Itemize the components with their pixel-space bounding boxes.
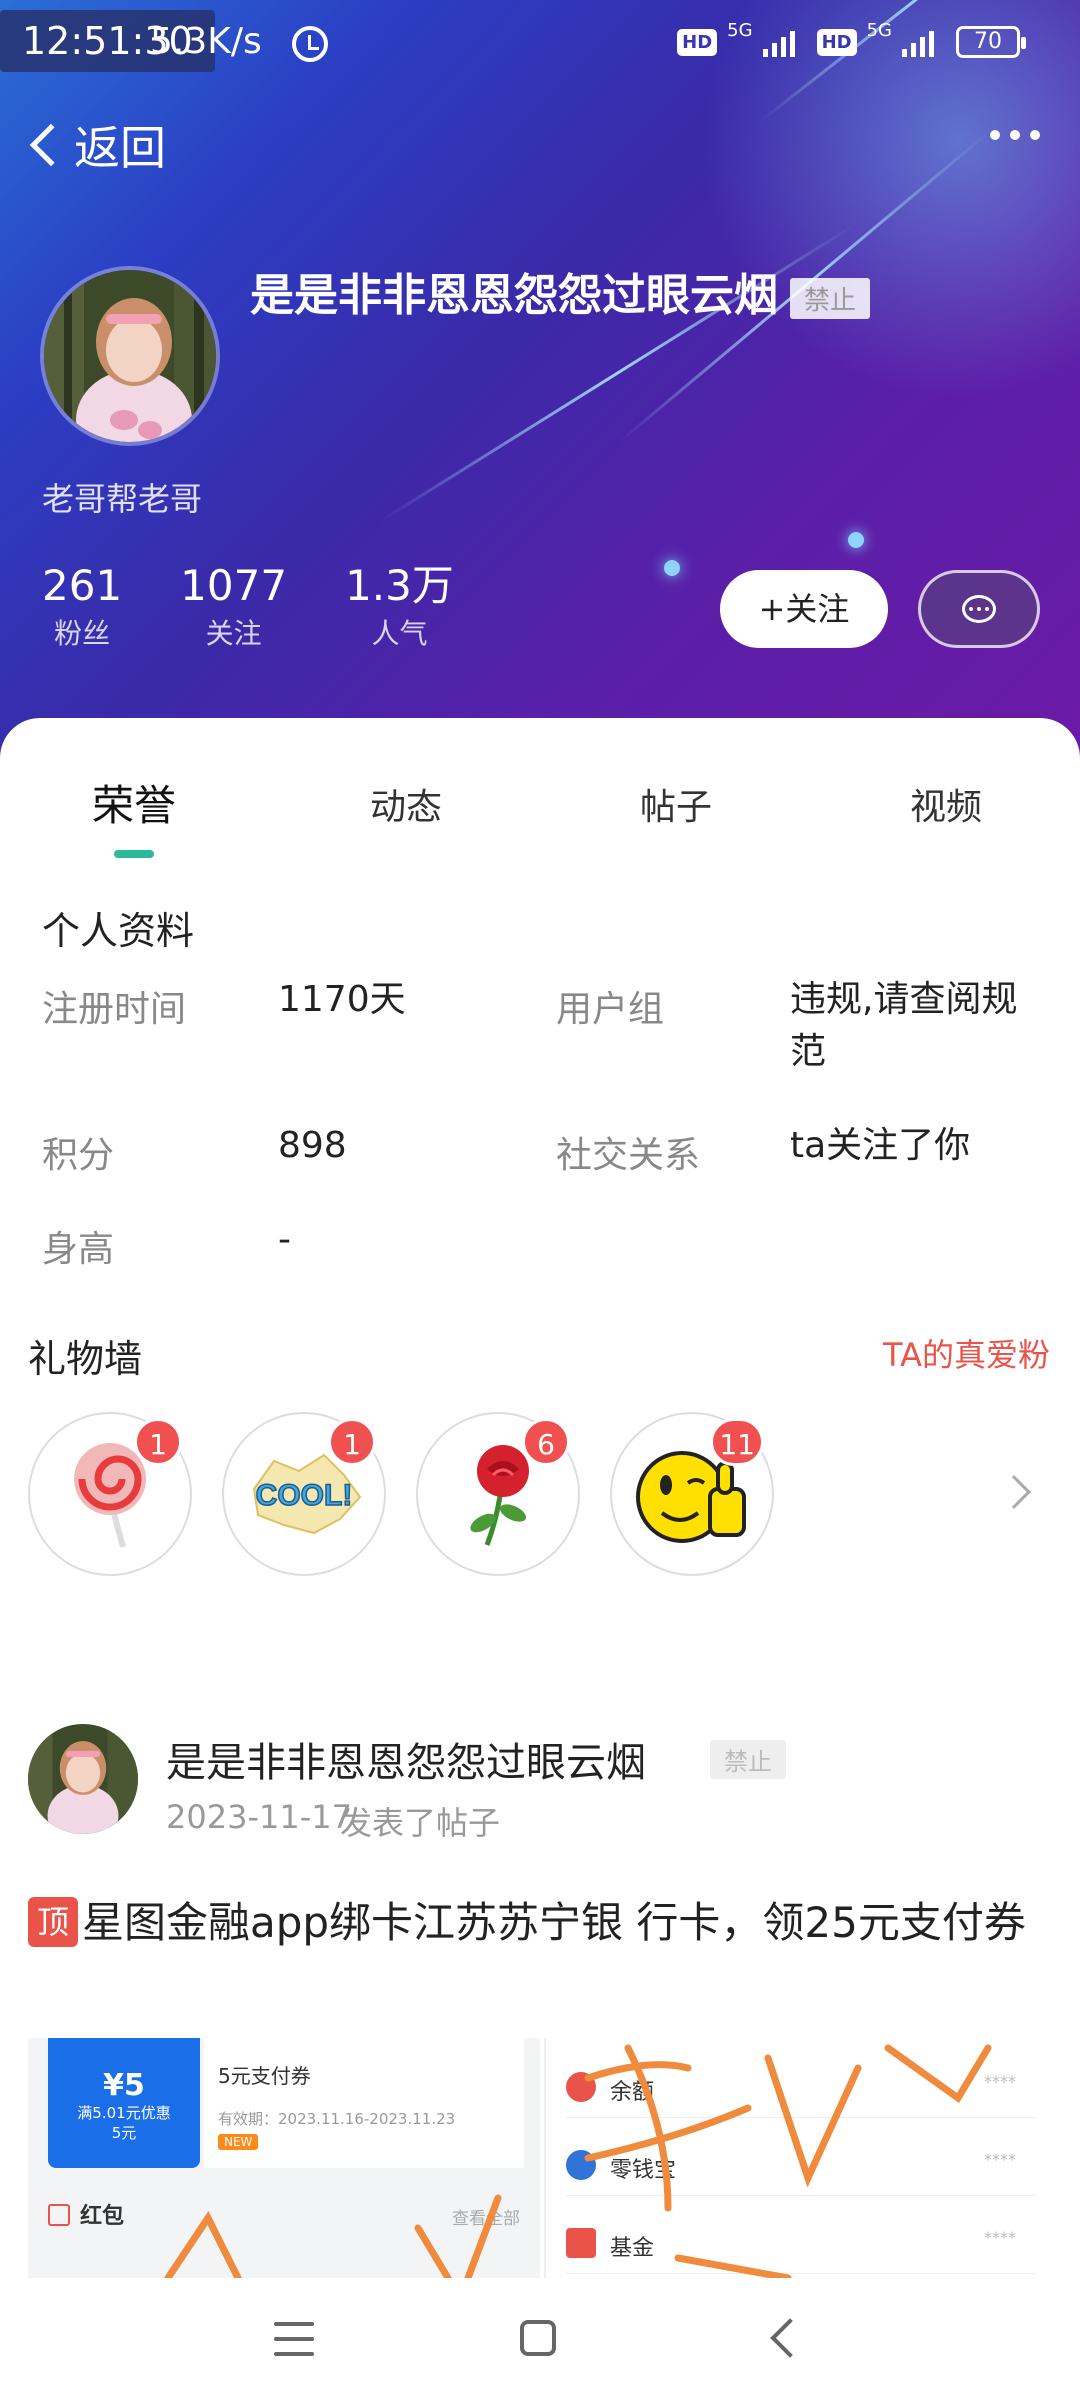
menu-icon[interactable] <box>274 2322 314 2356</box>
info-label: 用户组 <box>556 989 665 1030</box>
profile-name: 是是非非恩恩怨怨过眼云烟 <box>250 270 778 321</box>
chat-icon <box>962 595 996 623</box>
avatar[interactable] <box>40 266 220 446</box>
home-icon[interactable] <box>520 2320 556 2356</box>
stat-value: 1.3万 <box>345 561 454 610</box>
info-label: 积分 <box>42 1135 115 1176</box>
back-button[interactable]: 返回 <box>26 112 166 178</box>
gift-count-badge: 11 <box>710 1418 764 1466</box>
message-button[interactable] <box>918 570 1040 648</box>
gift-wall-title: 礼物墙 <box>28 1337 143 1381</box>
stat-label: 关注 <box>205 617 262 650</box>
more-dot <box>1010 130 1020 140</box>
alarm-icon <box>292 26 328 62</box>
status-icons: HD 5G HD 5G 70 <box>677 20 1026 58</box>
gift-item[interactable]: 11 <box>610 1412 774 1576</box>
stat-fans[interactable]: 261 粉丝 <box>42 560 122 652</box>
profile-content: 荣誉 动态 帖子 视频 个人资料 注册时间 1170天 用户组 违规,请查阅规范… <box>0 718 1080 2278</box>
gift-count-badge: 1 <box>134 1418 182 1466</box>
info-label: 社交关系 <box>556 1135 701 1176</box>
post-avatar[interactable] <box>28 1724 138 1834</box>
ban-badge: 禁止 <box>790 278 871 319</box>
tab-posts[interactable]: 帖子 <box>576 778 776 830</box>
signal-icon <box>762 27 795 57</box>
more-options-button[interactable] <box>990 130 1040 140</box>
info-value: 1170天 <box>278 979 406 1020</box>
tab-indicator <box>114 850 154 858</box>
info-value: 违规,请查阅规范 <box>790 979 1018 1072</box>
system-nav-bar <box>0 2278 1080 2400</box>
header-glow <box>700 0 1080 400</box>
post-title-text: 星图金融app绑卡江苏苏宁银 行卡，领25元支付券 <box>82 1898 1026 1947</box>
scribble-overlay <box>164 2044 992 2278</box>
stat-label: 人气 <box>371 617 428 650</box>
stat-following[interactable]: 1077 关注 <box>180 560 287 652</box>
profile-signature: 老哥帮老哥 <box>42 480 203 518</box>
header-dot <box>664 560 680 576</box>
stat-popularity: 1.3万 人气 <box>345 560 454 652</box>
info-value: - <box>278 1219 291 1260</box>
gift-item[interactable]: 6 <box>416 1412 580 1576</box>
header-dot <box>848 532 864 548</box>
status-speed: 5.3K/s <box>150 21 262 62</box>
info-value: ta关注了你 <box>790 1125 971 1166</box>
tab-honor[interactable]: 荣誉 <box>34 772 234 833</box>
network-label: 5G <box>866 19 892 41</box>
ban-badge: 禁止 <box>710 1740 786 1779</box>
info-label: 身高 <box>42 1229 115 1270</box>
avatar-image <box>28 1724 138 1834</box>
info-value: 898 <box>278 1125 347 1166</box>
hd-icon: HD <box>677 28 718 56</box>
gift-item[interactable]: COOL! 1 <box>222 1412 386 1576</box>
avatar-image <box>44 270 216 442</box>
stat-label: 粉丝 <box>54 617 111 650</box>
svg-text:COOL!: COOL! <box>256 1479 353 1512</box>
gift-count-badge: 6 <box>522 1418 570 1466</box>
profile-stats: 261 粉丝 1077 关注 1.3万 人气 <box>42 560 454 652</box>
back-icon[interactable] <box>770 2318 810 2358</box>
chevron-left-icon <box>29 123 73 167</box>
follow-button[interactable]: +关注 <box>720 570 888 648</box>
hd-icon: HD <box>816 28 857 56</box>
profile-header: 12:51:30 5.3K/s HD 5G HD 5G 70 返回 是是非非恩恩… <box>0 0 1080 760</box>
back-label: 返回 <box>74 121 166 175</box>
tab-bar: 荣誉 动态 帖子 视频 <box>0 778 1080 858</box>
post-title[interactable]: 顶星图金融app绑卡江苏苏宁银 行卡，领25元支付券 <box>28 1892 1058 1954</box>
post-date: 2023-11-17 <box>166 1798 352 1836</box>
tab-videos[interactable]: 视频 <box>846 778 1046 830</box>
gift-item[interactable]: 1 <box>28 1412 192 1576</box>
chevron-right-icon[interactable] <box>997 1475 1031 1509</box>
more-dot <box>1030 130 1040 140</box>
battery-icon: 70 <box>956 26 1026 58</box>
info-label: 注册时间 <box>42 989 187 1030</box>
tab-activity[interactable]: 动态 <box>306 778 506 830</box>
post-image[interactable]: ¥5 满5.01元优惠 5元 5元支付券 有效期：2023.11.16-2023… <box>28 2038 1052 2278</box>
gift-wall: 1 COOL! 1 6 11 <box>28 1412 774 1576</box>
gift-count-badge: 1 <box>328 1418 376 1466</box>
stat-value: 261 <box>42 561 123 610</box>
true-fans-link[interactable]: TA的真爱粉 <box>883 1330 1050 1376</box>
network-label: 5G <box>727 19 753 41</box>
post-action: 发表了帖子 <box>340 1804 501 1842</box>
post-author[interactable]: 是是非非恩恩怨怨过眼云烟 <box>166 1730 646 1788</box>
more-dot <box>990 130 1000 140</box>
section-title: 个人资料 <box>42 909 195 953</box>
pinned-tag: 顶 <box>28 1897 78 1947</box>
stat-value: 1077 <box>180 561 288 610</box>
signal-icon <box>902 27 934 57</box>
